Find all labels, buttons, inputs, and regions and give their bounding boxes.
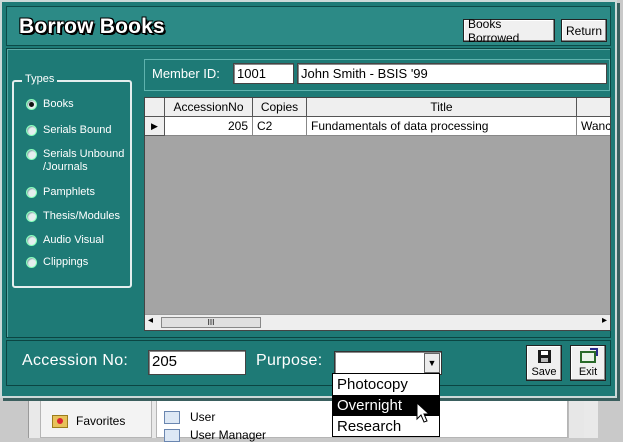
radio-label: Clippings [43, 256, 89, 268]
borrow-books-form: Borrow Books Books Borrowed Return Types… [0, 0, 617, 398]
favorites-item[interactable]: Favorites [52, 414, 125, 428]
radio-button-icon [26, 187, 37, 198]
exit-icon [580, 348, 598, 363]
cell-title[interactable]: Fundamentals of data processing [307, 117, 577, 136]
radio-label: Thesis/Modules [43, 210, 121, 222]
cell-copies[interactable]: C2 [253, 117, 307, 136]
member-name-field[interactable]: John Smith - BSIS '99 [297, 63, 607, 84]
radio-button-icon [26, 149, 37, 160]
user-manager-icon [164, 428, 180, 442]
radio-button-icon [26, 211, 37, 222]
radio-button-icon [26, 235, 37, 246]
radio-thesis-modules[interactable]: Thesis/Modules [26, 210, 120, 223]
borrowed-items-grid[interactable]: AccessionNo Copies Title ▶ 205 C2 Fundam… [144, 97, 611, 331]
list-item-label: User Manager [190, 428, 267, 442]
list-item-user[interactable]: User [164, 410, 215, 424]
list-item-user-manager[interactable]: User Manager [164, 428, 266, 442]
accession-no-field[interactable]: 205 [148, 350, 246, 375]
background-scrollbar[interactable] [568, 398, 584, 438]
form-header: Borrow Books Books Borrowed Return [6, 6, 611, 46]
purpose-label: Purpose: [256, 352, 323, 369]
scroll-thumb[interactable]: III [161, 317, 261, 328]
column-header-accession[interactable]: AccessionNo [165, 98, 253, 117]
grid-horizontal-scrollbar[interactable]: ◂ III ▸ [145, 314, 610, 330]
exit-label: Exit [578, 366, 598, 378]
radio-pamphlets[interactable]: Pamphlets [26, 186, 95, 199]
column-header-title[interactable]: Title [307, 98, 577, 117]
user-icon [164, 410, 180, 424]
column-header-extra[interactable] [577, 98, 610, 117]
radio-button-icon [26, 125, 37, 136]
scroll-left-icon[interactable]: ◂ [148, 315, 153, 326]
radio-label: Books [43, 98, 74, 110]
scroll-right-icon[interactable]: ▸ [602, 315, 607, 326]
radio-button-icon [26, 257, 37, 268]
column-header-copies[interactable]: Copies [253, 98, 307, 117]
types-legend: Types [22, 73, 58, 85]
option-photocopy[interactable]: Photocopy [333, 374, 439, 395]
favorites-folder-icon [52, 414, 68, 428]
radio-label: Serials Unbound /Journals [43, 148, 125, 173]
radio-serials-bound[interactable]: Serials Bound [26, 124, 112, 137]
return-button[interactable]: Return [561, 19, 607, 42]
exit-button[interactable]: Exit [570, 345, 606, 381]
list-item-label: User [190, 410, 216, 424]
row-selector-icon[interactable]: ▶ [145, 117, 165, 136]
radio-label: Audio Visual [43, 234, 104, 246]
save-label: Save [531, 366, 557, 378]
accession-no-label: Accession No: [22, 352, 129, 369]
radio-button-icon [26, 99, 37, 110]
save-button[interactable]: Save [526, 345, 562, 381]
radio-label: Pamphlets [43, 186, 95, 198]
floppy-disk-icon [537, 350, 551, 363]
radio-label: Serials Bound [43, 124, 112, 136]
radio-clippings[interactable]: Clippings [26, 256, 88, 269]
chevron-down-icon[interactable]: ▼ [424, 353, 440, 373]
member-id-field[interactable]: 1001 [233, 63, 294, 84]
purpose-select[interactable]: ▼ [334, 351, 442, 375]
favorites-label: Favorites [76, 414, 126, 428]
grid-corner-header [145, 98, 165, 117]
cell-accession[interactable]: 205 [165, 117, 253, 136]
radio-books[interactable]: Books [26, 98, 74, 111]
radio-audio-visual[interactable]: Audio Visual [26, 234, 104, 247]
books-borrowed-button[interactable]: Books Borrowed [463, 17, 555, 45]
radio-serials-unbound[interactable]: Serials Unbound /Journals [26, 148, 130, 174]
mouse-pointer-icon [416, 402, 431, 423]
form-title: Borrow Books [19, 15, 165, 38]
cell-extra[interactable]: Wanc [577, 117, 610, 136]
member-id-label: Member ID: [152, 66, 220, 81]
